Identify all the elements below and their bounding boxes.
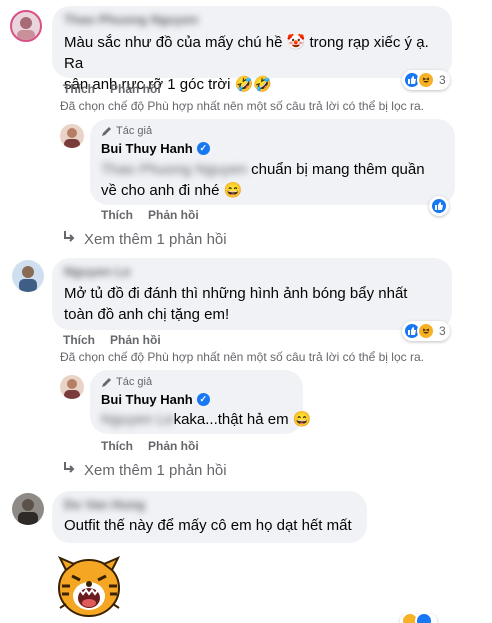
like-button[interactable]: Thích (101, 439, 133, 453)
comment-bubble: Nguyen Le Mở tủ đồ đi đánh thì những hìn… (52, 258, 452, 330)
haha-reaction-icon (417, 71, 435, 89)
comment-bubble: Do Van Hung Outfit thế này để mấy cô em … (52, 491, 367, 543)
filter-notice: Đã chọn chế độ Phù hợp nhất nên một số c… (60, 350, 424, 364)
like-reaction-icon (430, 197, 448, 215)
reply-button[interactable]: Phản hồi (148, 208, 199, 222)
commenter-avatar[interactable] (10, 10, 42, 42)
commenter-name[interactable]: Nguyen Le (64, 264, 130, 279)
view-more-replies[interactable]: Xem thêm 1 phản hồi (62, 230, 227, 248)
like-button[interactable]: Thích (101, 208, 133, 222)
like-button[interactable]: Thích (63, 333, 95, 347)
reply-button[interactable]: Phản hồi (148, 439, 199, 453)
verified-badge-icon: ✓ (196, 142, 210, 155)
haha-reaction-icon (417, 322, 435, 340)
reaction-summary[interactable] (400, 612, 437, 623)
author-name[interactable]: Bui Thuy Hanh ✓ (101, 141, 210, 156)
mention: Nguyen Le (101, 411, 174, 428)
reply-button[interactable]: Phản hồi (110, 82, 161, 96)
commenter-avatar[interactable] (12, 493, 44, 525)
author-tag: Tác giả (101, 376, 152, 388)
reply-arrow-icon (62, 461, 78, 479)
reply-button[interactable]: Phản hồi (110, 333, 161, 347)
reaction-count: 3 (439, 73, 446, 87)
tiger-sticker[interactable] (52, 548, 127, 623)
reaction-summary[interactable] (429, 196, 449, 216)
author-reply-bubble: Tác giả Bui Thuy Hanh ✓ Nguyen Lekaka...… (90, 370, 312, 434)
reaction-summary[interactable]: 3 (402, 321, 450, 341)
author-reply-text: Nguyen Lekaka...thật hả em 😄 (101, 411, 312, 428)
view-more-replies[interactable]: Xem thêm 1 phản hồi (62, 461, 227, 479)
author-avatar[interactable] (60, 124, 84, 148)
like-button[interactable]: Thích (63, 82, 95, 96)
author-avatar[interactable] (60, 375, 84, 399)
commenter-avatar[interactable] (12, 260, 44, 292)
author-name[interactable]: Bui Thuy Hanh ✓ (101, 392, 210, 407)
like-reaction-icon (415, 612, 433, 623)
commenter-name[interactable]: Do Van Hung (64, 497, 145, 512)
mention: Thao Phuong Nguyen (101, 161, 247, 178)
commenter-name[interactable]: Thao Phuong Nguyen (64, 12, 198, 27)
reaction-count: 3 (439, 324, 446, 338)
pencil-icon (102, 126, 111, 136)
filter-notice: Đã chọn chế độ Phù hợp nhất nên một số c… (60, 99, 424, 113)
author-tag: Tác giả (101, 125, 152, 137)
reply-arrow-icon (62, 230, 78, 248)
comment-text: Outfit thế này để mấy cô em họ dạt hết m… (64, 517, 352, 534)
pencil-icon (102, 377, 111, 387)
author-reply-bubble: Tác giả Bui Thuy Hanh ✓ Thao Phuong Nguy… (90, 119, 455, 205)
comment-text: Mở tủ đồ đi đánh thì những hình ảnh bóng… (64, 285, 408, 323)
comment-bubble: Thao Phuong Nguyen Màu sắc như đồ của mấ… (52, 6, 452, 93)
reaction-summary[interactable]: 3 (402, 70, 450, 90)
author-reply-text: Thao Phuong Nguyen chuẩn bị mang thêm qu… (101, 161, 425, 199)
verified-badge-icon: ✓ (196, 393, 210, 406)
